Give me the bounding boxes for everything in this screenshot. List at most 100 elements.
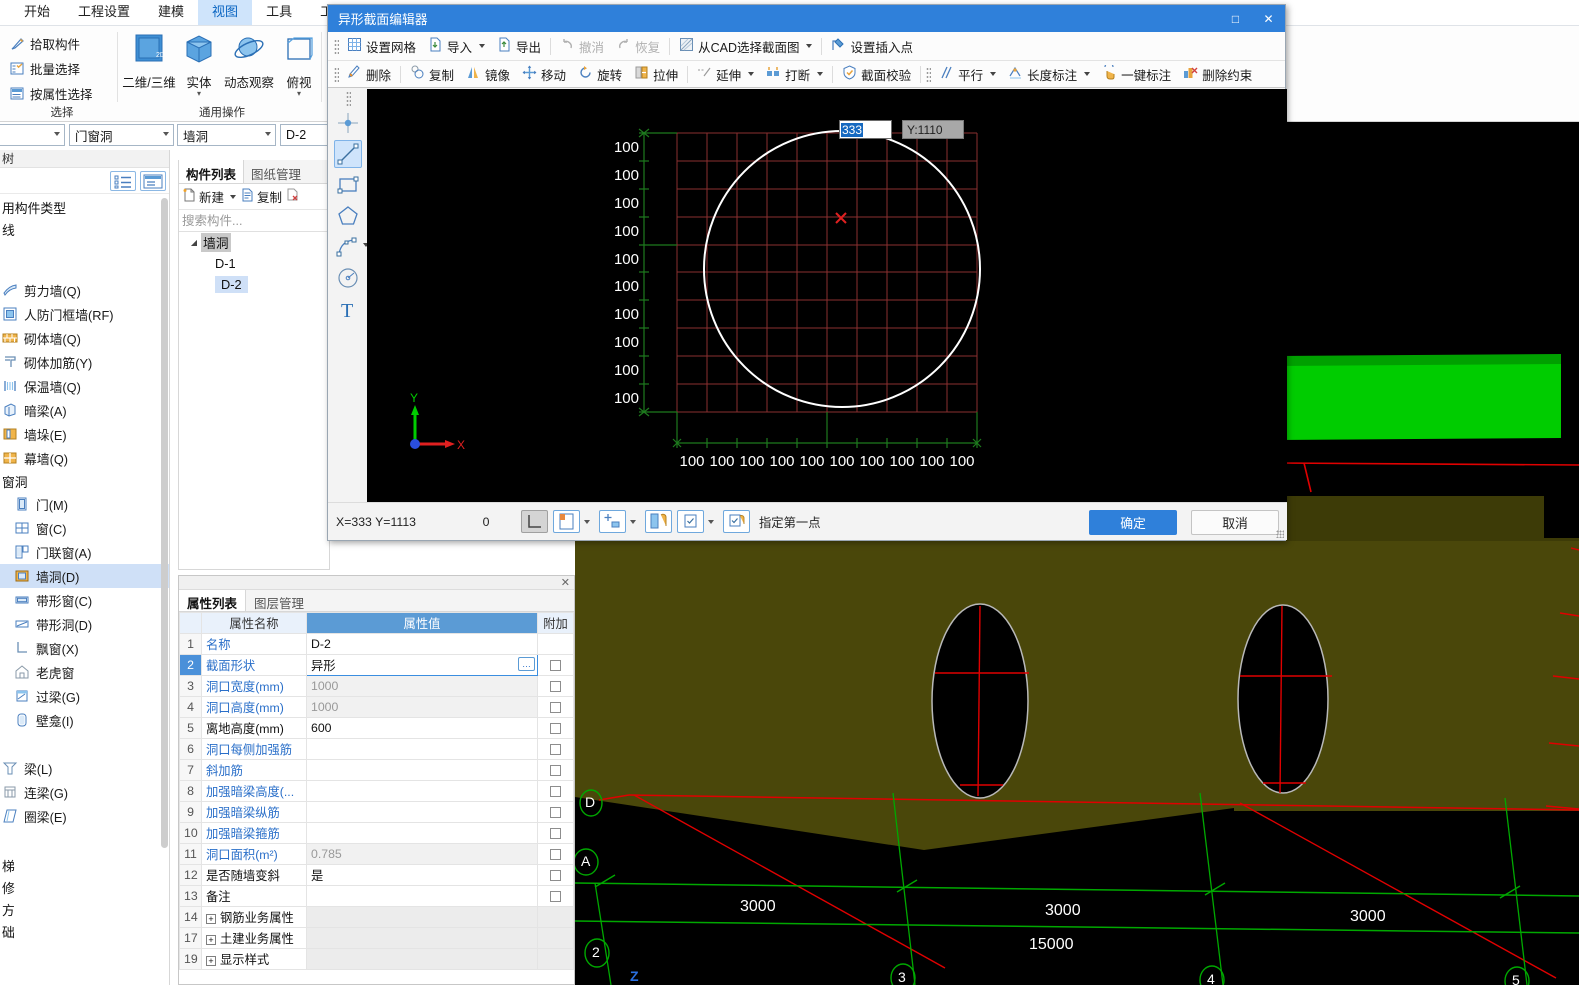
nav-item-wall-opening[interactable]: 墙洞(D) bbox=[0, 564, 169, 588]
attach-checkbox[interactable] bbox=[550, 828, 561, 840]
point-tool[interactable] bbox=[334, 109, 362, 137]
chevron-down-icon[interactable] bbox=[708, 519, 714, 524]
row-attach[interactable] bbox=[537, 780, 574, 802]
delete-button[interactable]: 删除 bbox=[341, 63, 397, 85]
toolbar-grip[interactable] bbox=[334, 38, 339, 54]
select-by-property-button[interactable]: 按属性选择 bbox=[6, 82, 118, 104]
chevron-down-icon[interactable] bbox=[806, 44, 813, 48]
coordinate-input-group[interactable]: 333 Y:1110 bbox=[839, 120, 964, 139]
toolbar-grip-3[interactable] bbox=[926, 66, 932, 82]
nav-item-dormer[interactable]: 老虎窗 bbox=[0, 660, 169, 684]
close-icon[interactable]: ✕ bbox=[1252, 5, 1285, 32]
nav-scrollbar[interactable] bbox=[161, 198, 168, 848]
nav-item-shearwall[interactable]: 剪力墙(Q) bbox=[0, 278, 169, 302]
category-combo[interactable]: 门窗洞 bbox=[69, 124, 174, 146]
nav-item-beam[interactable]: 梁(L) bbox=[0, 756, 169, 780]
btn-solid[interactable]: 实体 ▾ bbox=[172, 30, 226, 98]
table-row[interactable]: 2 截面形状 异形… bbox=[179, 654, 574, 676]
row-name-group[interactable]: + 显示样式 bbox=[201, 948, 307, 970]
row-value[interactable] bbox=[306, 738, 538, 760]
chevron-down-icon[interactable] bbox=[1084, 72, 1091, 76]
expand-plus-icon[interactable]: + bbox=[206, 934, 216, 945]
nav-tail-earthwork[interactable]: 方 bbox=[0, 898, 169, 920]
maximize-icon[interactable]: □ bbox=[1219, 5, 1252, 32]
export-button[interactable]: 导出 bbox=[491, 35, 547, 57]
btn-top-view[interactable]: 俯视 ▾ bbox=[272, 30, 326, 98]
arc-tool[interactable] bbox=[334, 233, 369, 261]
polygon-tool[interactable] bbox=[334, 202, 362, 230]
chevron-down-icon[interactable] bbox=[230, 194, 237, 199]
attach-checkbox[interactable] bbox=[550, 702, 561, 714]
track-mode-button[interactable] bbox=[599, 510, 626, 533]
chevron-down-icon[interactable] bbox=[630, 519, 636, 524]
tab-layer-manage[interactable]: 图层管理 bbox=[246, 590, 312, 611]
nav-item-masonry-rebar[interactable]: 砌体加筋(Y) bbox=[0, 350, 169, 374]
nav-item-strip-window[interactable]: 带形窗(C) bbox=[0, 588, 169, 612]
remove-constraint-button[interactable]: 删除约束 bbox=[1177, 63, 1258, 85]
copy-button[interactable]: 复制 bbox=[404, 63, 460, 85]
stretch-button[interactable]: 拉伸 bbox=[628, 63, 684, 85]
row-value[interactable] bbox=[306, 822, 538, 844]
move-button[interactable]: 移动 bbox=[516, 63, 572, 85]
table-row[interactable]: 1 名称 D-2 bbox=[179, 633, 574, 655]
constraint-toggle-group[interactable] bbox=[677, 510, 718, 533]
nav-item-niche[interactable]: 壁龛(I) bbox=[0, 708, 169, 732]
copy-component-button[interactable]: 复制 bbox=[240, 187, 282, 206]
table-row[interactable]: 4 洞口高度(mm) 1000 bbox=[179, 696, 574, 718]
row-attach[interactable] bbox=[537, 843, 574, 865]
table-row[interactable]: 11 洞口面积(m²) 0.785 bbox=[179, 843, 574, 865]
circle-tool[interactable] bbox=[334, 264, 362, 292]
viewport-right-region[interactable] bbox=[1278, 122, 1579, 538]
chevron-down-icon[interactable] bbox=[479, 44, 486, 48]
search-component-input[interactable]: 搜索构件... bbox=[179, 210, 329, 232]
table-row[interactable]: 19 + 显示样式 bbox=[179, 948, 574, 970]
chevron-down-icon[interactable] bbox=[817, 72, 824, 76]
chevron-down-icon[interactable] bbox=[265, 132, 271, 136]
rectangle-tool[interactable] bbox=[334, 171, 362, 199]
list-view-button[interactable] bbox=[110, 171, 136, 191]
coord-x-input[interactable]: 333 bbox=[839, 120, 892, 139]
row-attach[interactable] bbox=[537, 675, 574, 697]
table-row[interactable]: 8 加强暗梁高度(... bbox=[179, 780, 574, 802]
ortho-toggle-button[interactable] bbox=[521, 510, 548, 533]
subcategory-combo[interactable]: 墙洞 bbox=[177, 124, 276, 146]
row-value[interactable] bbox=[306, 759, 538, 781]
nav-item-masonry-wall[interactable]: 砌体墙(Q) bbox=[0, 326, 169, 350]
set-insert-point-button[interactable]: 设置插入点 bbox=[825, 35, 919, 57]
new-component-button[interactable]: 新建 bbox=[182, 187, 237, 206]
extend-button[interactable]: 延伸 bbox=[691, 63, 760, 85]
table-row[interactable]: 3 洞口宽度(mm) 1000 bbox=[179, 675, 574, 697]
attach-checkbox[interactable] bbox=[550, 660, 561, 672]
chevron-down-icon-2[interactable]: ▾ bbox=[272, 90, 326, 98]
row-value[interactable]: 600 bbox=[306, 717, 538, 739]
auto-constraint-button[interactable] bbox=[723, 510, 750, 533]
attach-checkbox[interactable] bbox=[550, 744, 561, 756]
row-attach[interactable] bbox=[537, 801, 574, 823]
chevron-down-icon[interactable] bbox=[748, 72, 755, 76]
row-attach[interactable] bbox=[537, 885, 574, 907]
palette-grip[interactable] bbox=[345, 91, 351, 106]
tree-node-wall-opening[interactable]: ◢ 墙洞 bbox=[179, 232, 329, 253]
tab-tools[interactable]: 工具 bbox=[252, 0, 306, 25]
row-value[interactable] bbox=[306, 780, 538, 802]
table-row[interactable]: 10 加强暗梁箍筋 bbox=[179, 822, 574, 844]
dyn-input-button[interactable] bbox=[645, 510, 672, 533]
attach-checkbox[interactable] bbox=[550, 849, 561, 861]
attach-checkbox[interactable] bbox=[550, 723, 561, 735]
toolbar-grip-2[interactable] bbox=[334, 66, 339, 82]
redo-button[interactable]: 恢复 bbox=[610, 35, 666, 57]
chevron-down-icon[interactable] bbox=[54, 132, 60, 136]
rotate-button[interactable]: 旋转 bbox=[572, 63, 628, 85]
expand-plus-icon[interactable]: + bbox=[206, 913, 216, 924]
floor-combo[interactable]: 层 bbox=[0, 124, 65, 146]
nav-item-civildefense-wall[interactable]: 人防门框墙(RF) bbox=[0, 302, 169, 326]
row-attach[interactable] bbox=[537, 738, 574, 760]
table-row[interactable]: 5 离地高度(mm) 600 bbox=[179, 717, 574, 739]
nav-item-curtain-wall[interactable]: 幕墙(Q) bbox=[0, 446, 169, 470]
model-3d-viewport[interactable]: 3000 3000 3000 15000 D A 2 3 4 5 Z bbox=[575, 538, 1579, 985]
row-attach[interactable] bbox=[537, 864, 574, 886]
row-attach[interactable] bbox=[537, 822, 574, 844]
pick-component-button[interactable]: 拾取构件 bbox=[6, 32, 118, 54]
row-value-editing[interactable]: 异形… bbox=[306, 654, 538, 676]
detail-view-button[interactable] bbox=[140, 171, 166, 191]
